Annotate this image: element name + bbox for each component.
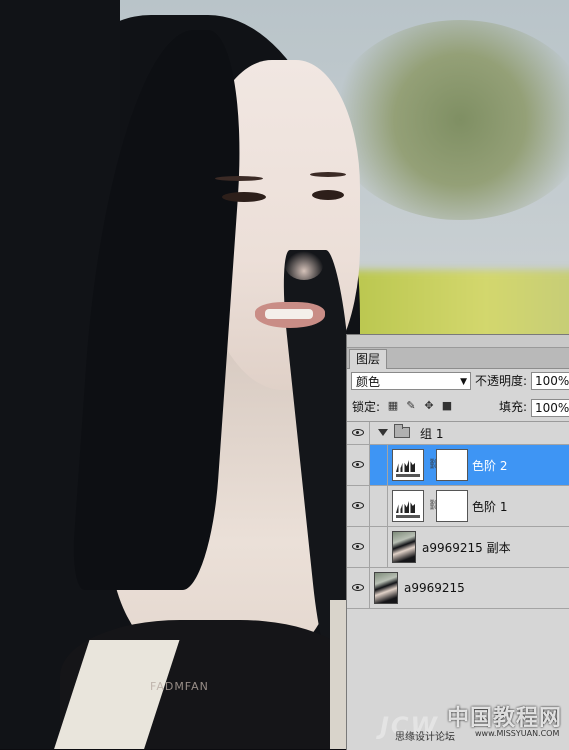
- teeth: [265, 309, 313, 319]
- watermark-title: 中国教程网: [447, 706, 563, 731]
- tab-layers[interactable]: 图层: [349, 349, 388, 369]
- lock-transparent-pixels-icon[interactable]: ▦: [387, 400, 399, 412]
- opacity-label: 不透明度:: [475, 374, 528, 388]
- layers-list: 组 1 ⛓ 色阶 2 ⛓ 色阶 1 a9969215 副本 a9969215: [347, 422, 569, 609]
- left-eyebrow: [215, 176, 263, 181]
- lock-fill-row: 锁定: ▦ ✎ ✥ ■ 填充: 100%: [347, 395, 569, 422]
- layer-row-group[interactable]: 组 1: [347, 422, 569, 445]
- right-eye: [312, 190, 344, 200]
- eye-icon[interactable]: [352, 461, 364, 468]
- blend-mode-value: 颜色: [356, 375, 381, 389]
- eye-icon[interactable]: [352, 502, 364, 509]
- layer-row-image-copy[interactable]: a9969215 副本: [347, 527, 569, 568]
- dropdown-arrow-icon: ▼: [460, 377, 467, 387]
- fill-field[interactable]: 100%: [531, 399, 569, 417]
- folder-icon: [394, 424, 410, 438]
- layer-body: 组 1: [370, 422, 569, 444]
- layer-name: a9969215: [404, 581, 465, 595]
- lock-image-pixels-icon[interactable]: ✎: [405, 400, 417, 412]
- layer-name: 色阶 2: [472, 458, 508, 473]
- indent-spacer: [370, 486, 388, 526]
- levels-adjustment-icon[interactable]: [392, 490, 424, 522]
- layer-thumbnail[interactable]: [374, 572, 398, 604]
- blend-mode-select[interactable]: 颜色 ▼: [351, 372, 471, 390]
- layer-body: a9969215 副本: [370, 527, 569, 567]
- levels-adjustment-icon[interactable]: [392, 449, 424, 481]
- visibility-toggle[interactable]: [347, 568, 370, 608]
- eye-icon[interactable]: [352, 543, 364, 550]
- layer-body: ⛓ 色阶 1: [370, 486, 569, 526]
- panel-tabbar: 图层: [347, 348, 569, 369]
- layer-row-levels-2[interactable]: ⛓ 色阶 2: [347, 445, 569, 486]
- blend-opacity-row: 颜色 ▼ 不透明度: 100%: [347, 369, 569, 395]
- layer-name: 色阶 1: [472, 499, 508, 514]
- lock-all-icon[interactable]: ■: [441, 400, 453, 412]
- visibility-toggle[interactable]: [347, 486, 370, 526]
- panel-title-strip[interactable]: [347, 335, 569, 348]
- watermark-site: www.MISSYUAN.COM: [475, 729, 560, 738]
- lock-label: 锁定:: [352, 400, 381, 414]
- layer-body: a9969215: [370, 568, 569, 608]
- layer-row-image[interactable]: a9969215: [347, 568, 569, 609]
- layer-body: ⛓ 色阶 2: [370, 445, 569, 485]
- layer-mask-thumbnail[interactable]: [436, 449, 468, 481]
- indent-spacer: [370, 445, 388, 485]
- photo-signature: FADMFAN: [150, 680, 209, 693]
- visibility-toggle[interactable]: [347, 527, 370, 567]
- right-eyebrow: [310, 172, 346, 177]
- left-eye: [222, 192, 266, 202]
- layer-mask-thumbnail[interactable]: [436, 490, 468, 522]
- fill-label: 填充:: [499, 400, 528, 414]
- expand-triangle-icon[interactable]: [378, 429, 388, 436]
- lock-position-icon[interactable]: ✥: [423, 400, 435, 412]
- visibility-toggle[interactable]: [347, 445, 370, 485]
- watermark-forum: 思缘设计论坛: [395, 732, 455, 743]
- layer-row-levels-1[interactable]: ⛓ 色阶 1: [347, 486, 569, 527]
- layer-name: 组 1: [420, 426, 444, 441]
- link-icon[interactable]: ⛓: [428, 459, 441, 470]
- nose: [285, 250, 323, 280]
- layers-panel: 图层 颜色 ▼ 不透明度: 100% 锁定: ▦ ✎ ✥ ■ 填充: 100% …: [346, 334, 569, 750]
- eye-icon[interactable]: [352, 429, 364, 436]
- eye-icon[interactable]: [352, 584, 364, 591]
- layer-name: a9969215 副本: [422, 540, 511, 555]
- layer-thumbnail[interactable]: [392, 531, 416, 563]
- opacity-field[interactable]: 100%: [531, 372, 569, 390]
- indent-spacer: [370, 527, 388, 567]
- link-icon[interactable]: ⛓: [428, 500, 441, 511]
- visibility-toggle[interactable]: [347, 422, 370, 444]
